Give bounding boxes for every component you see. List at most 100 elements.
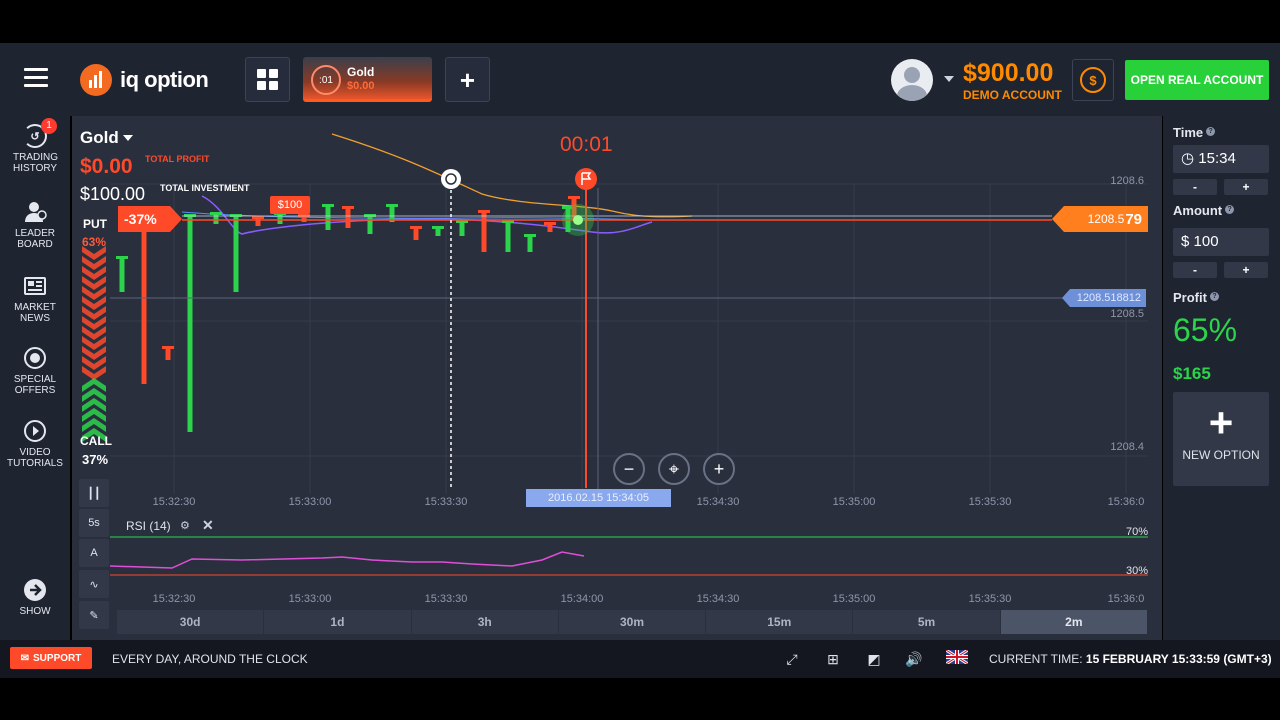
asset-tab-gold[interactable]: :01 Gold $0.00	[303, 57, 432, 102]
cursor-price-tag: 1208.518812	[1062, 289, 1146, 307]
gear-icon[interactable]: ⚙	[180, 519, 190, 532]
sound-icon[interactable]: 🔊	[905, 650, 923, 668]
zoom-out-button[interactable]: −	[613, 453, 645, 485]
total-profit-label: TOTAL PROFIT	[145, 154, 210, 164]
plus-icon: +	[713, 458, 725, 479]
period-30m[interactable]: 30m	[558, 610, 706, 634]
new-option-button[interactable]: + NEW OPTION	[1173, 392, 1269, 486]
amount-decrement-button[interactable]: -	[1173, 262, 1217, 278]
help-icon[interactable]: ?	[1209, 292, 1219, 301]
layout-grid-button[interactable]	[245, 57, 290, 102]
sidebar-item-special-offers[interactable]: SPECIAL OFFERS	[0, 346, 70, 396]
open-real-account-button[interactable]: OPEN REAL ACCOUNT	[1125, 60, 1269, 100]
price-axis-label: 1208.5	[1110, 308, 1144, 320]
period-30d[interactable]: 30d	[117, 610, 264, 634]
period-1d[interactable]: 1d	[264, 610, 411, 634]
current-time-value: 15 FEBRUARY 15:33:59	[1085, 652, 1220, 666]
rsi-time-axis-label: 15:32:30	[153, 593, 196, 605]
period-3h[interactable]: 3h	[411, 610, 558, 634]
profit-value: $165	[1173, 364, 1211, 383]
sidebar-item-trading-history[interactable]: ↺ 1 TRADING HISTORY	[0, 118, 70, 174]
period-5m[interactable]: 5m	[853, 610, 1000, 634]
current-time-label: CURRENT TIME:	[989, 652, 1083, 666]
drawing-tools-button[interactable]: A	[79, 539, 109, 567]
logo-text: iq option	[120, 67, 209, 92]
expiry-time-field[interactable]: ◷ 15:34	[1173, 145, 1269, 173]
pencil-button[interactable]: ✎	[79, 601, 109, 629]
pencil-icon: ✎	[89, 609, 99, 622]
timezone: (GMT+3)	[1223, 652, 1272, 666]
footer-bar: ✉ SUPPORT EVERY DAY, AROUND THE CLOCK ⤢ ⊞…	[0, 640, 1280, 678]
rsi-time-axis-label: 15:33:00	[289, 593, 332, 605]
time-axis-label: 15:33:00	[289, 496, 332, 508]
currency-exchange-icon: $	[1080, 67, 1106, 93]
asset-timer: :01	[311, 65, 341, 95]
zoom-in-button[interactable]: +	[703, 453, 735, 485]
put-percentage: 63%	[82, 235, 107, 249]
sidebar-show-button[interactable]: SHOW	[0, 578, 70, 617]
recenter-button[interactable]: ⌖	[658, 453, 690, 485]
sidebar-item-leader-board[interactable]: LEADER BOARD	[0, 200, 70, 250]
sidebar-item-market-news[interactable]: MARKET NEWS	[0, 274, 70, 324]
chat-icon: ✉	[20, 652, 30, 664]
new-option-label: NEW OPTION	[1182, 448, 1260, 462]
menu-icon[interactable]	[24, 68, 48, 88]
balance-value: $900.00	[963, 59, 1054, 87]
account-menu-caret-icon[interactable]	[944, 76, 954, 82]
avatar[interactable]	[891, 59, 933, 101]
amount-increment-button[interactable]: +	[1224, 262, 1268, 278]
support-button[interactable]: ✉ SUPPORT	[10, 647, 92, 669]
purchase-time-marker[interactable]	[441, 169, 461, 189]
chart-style-icon[interactable]: ◩	[865, 650, 883, 668]
sidebar-item-label: VIDEO TUTORIALS	[7, 447, 63, 469]
time-axis-label: 15:32:30	[153, 496, 196, 508]
time-increment-button[interactable]: +	[1224, 179, 1268, 195]
profit-percentage: 65%	[1173, 312, 1238, 348]
offers-icon	[23, 346, 47, 370]
sidebar-item-video-tutorials[interactable]: VIDEO TUTORIALS	[0, 419, 70, 469]
price-axis-label: 1208.6	[1110, 175, 1144, 187]
candle-tick	[116, 256, 128, 259]
candle-tick	[478, 210, 490, 213]
chevron-down-icon[interactable]	[123, 135, 133, 141]
help-icon[interactable]: ?	[1206, 127, 1216, 136]
total-profit-value: $0.00	[80, 155, 133, 178]
close-icon[interactable]: ✕	[202, 517, 214, 534]
time-decrement-button[interactable]: -	[1173, 179, 1217, 195]
asset-tab-value: $0.00	[347, 80, 375, 92]
rsi-indicator-label: RSI (14)	[126, 519, 171, 533]
period-15m[interactable]: 15m	[706, 610, 853, 634]
account-type[interactable]: DEMO ACCOUNT	[963, 88, 1062, 102]
rsi-time-axis: 15:32:30 15:33:00 15:33:30 15:34:00 15:34:30…	[153, 593, 1145, 605]
sidebar-item-label: TRADING HISTORY	[13, 152, 58, 174]
history-icon: ↺ 1	[23, 118, 57, 148]
bet-amount-tag[interactable]: $100	[270, 196, 310, 214]
add-asset-button[interactable]: +	[445, 57, 490, 102]
expiry-time-value: 15:34	[1198, 150, 1236, 167]
switch-account-button[interactable]: $	[1072, 59, 1114, 101]
candle-tick	[544, 222, 556, 225]
amount-label: Amount?	[1173, 203, 1235, 218]
notification-badge: 1	[41, 118, 57, 134]
crosshair-icon: ⌖	[668, 458, 680, 479]
logo[interactable]: iq option	[80, 64, 209, 96]
indicators-button[interactable]: ∿	[79, 570, 109, 598]
candle-tick	[386, 204, 398, 207]
rsi-time-axis-label: 15:33:30	[425, 593, 468, 605]
candle	[141, 208, 147, 384]
period-2m[interactable]: 2m	[1000, 610, 1147, 634]
candles-icon: ┃┃	[87, 487, 101, 500]
time-label: Time?	[1173, 125, 1216, 140]
amount-input[interactable]: $ 100	[1173, 228, 1269, 256]
chart-asset-selector[interactable]: Gold	[80, 128, 119, 148]
support-label: SUPPORT	[33, 652, 82, 664]
chart-type-button[interactable]: ┃┃	[79, 479, 109, 507]
rsi-time-axis-label: 15:35:00	[833, 593, 876, 605]
timeframe-button[interactable]: 5s	[79, 509, 109, 537]
fullscreen-icon[interactable]: ⤢	[783, 650, 801, 668]
help-icon[interactable]: ?	[1225, 205, 1235, 214]
candle-tick	[342, 206, 354, 209]
layout-icon[interactable]: ⊞	[824, 650, 842, 668]
uk-flag-icon[interactable]	[945, 648, 969, 668]
candle	[325, 204, 331, 230]
